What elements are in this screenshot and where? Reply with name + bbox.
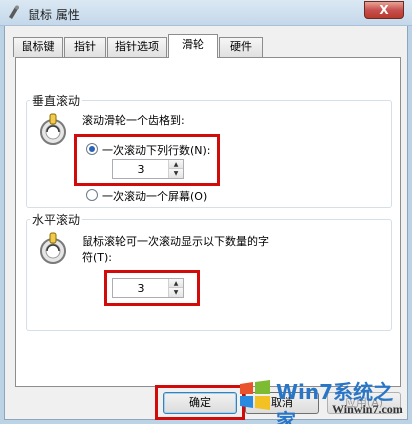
dialog-body: 鼠标键 指针 指针选项 滑轮 硬件 垂直滚动 滚动滑轮一个齿格到: 一次滚动下列… [4,26,408,420]
vertical-scroll-title: 垂直滚动 [30,92,83,109]
wheel-tab-panel: 垂直滚动 滚动滑轮一个齿格到: 一次滚动下列行数(N): 3 ▲ ▼ 一次滚动一… [15,57,401,387]
tab-buttons[interactable]: 鼠标键 [13,37,63,57]
close-button[interactable]: X [364,1,404,19]
wheel-icon [40,232,66,264]
horizontal-scroll-title: 水平滚动 [30,211,83,228]
horizontal-description-line1: 鼠标滚轮可一次滚动显示以下数量的字 [82,235,269,248]
site-watermark: Win7系统之家 Winwin7.com [236,374,406,424]
title-bar: 鼠标 属性 X [0,0,412,26]
window-title: 鼠标 属性 [28,8,80,22]
mouse-icon [9,5,19,19]
vertical-intro-label: 滚动滑轮一个齿格到: [82,114,185,127]
tab-pointer-options[interactable]: 指针选项 [107,37,167,57]
windows-logo-icon [240,380,270,410]
annotation-box-vertical [74,134,220,186]
tab-pointers[interactable]: 指针 [64,37,106,57]
annotation-box-horizontal [104,270,200,306]
watermark-url: Winwin7.com [332,402,403,416]
tab-hardware[interactable]: 硬件 [219,37,263,57]
horizontal-description-line2: 符(T): [82,251,113,264]
radio-screen[interactable] [86,189,98,201]
wheel-icon [40,113,66,145]
annotation-box-ok [155,385,245,420]
tab-wheel[interactable]: 滑轮 [168,34,218,58]
radio-screen-label[interactable]: 一次滚动一个屏幕(O) [102,188,207,204]
